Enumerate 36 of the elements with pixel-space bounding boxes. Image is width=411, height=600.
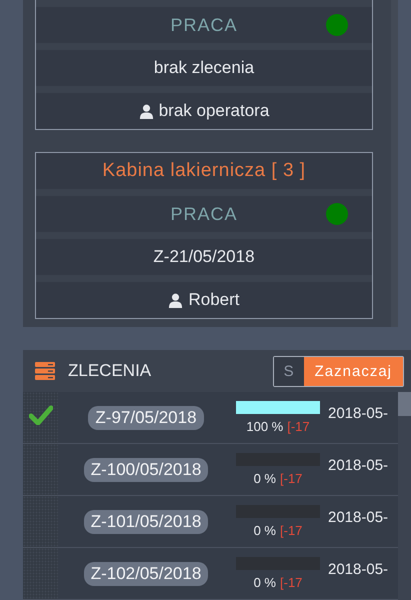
percent-text: 0 % — [254, 575, 276, 590]
order-number[interactable]: Z-102/05/2018 — [84, 562, 208, 586]
person-icon — [168, 292, 184, 308]
person-icon — [138, 104, 154, 118]
percent-text: 100 % — [246, 419, 284, 434]
deadline-text: [-17 — [280, 575, 302, 590]
deadline-text: [-17 — [280, 471, 302, 486]
percent-text: 0 % — [254, 523, 276, 538]
check-cell[interactable] — [23, 548, 58, 599]
percent-text: 0 % — [254, 471, 276, 486]
check-cell[interactable] — [23, 496, 58, 547]
scrollbar-thumb[interactable] — [398, 392, 411, 416]
deadline-text: [-17 — [287, 419, 310, 434]
deadline-text: [-17 — [280, 523, 302, 538]
order-number[interactable]: Z-101/05/2018 — [84, 510, 208, 534]
order-number[interactable]: Z-97/05/2018 — [88, 406, 204, 430]
date-text: 2018-05- — [328, 405, 388, 422]
operator-name: Robert — [188, 290, 240, 310]
check-cell[interactable] — [23, 392, 58, 443]
order-number[interactable]: Z-100/05/2018 — [84, 458, 208, 482]
check-icon — [28, 404, 52, 424]
operator-name: brak operatora — [158, 101, 270, 121]
machine-title: Kabina lakiernicza [ 3 ] — [102, 160, 306, 182]
status-label: PRACA — [170, 204, 238, 224]
scrollbar[interactable] — [398, 392, 411, 600]
status-label: PRACA — [170, 14, 238, 36]
server-icon — [35, 362, 55, 380]
toggle-button[interactable]: S — [274, 356, 304, 386]
date-text: 2018-05- — [328, 561, 388, 578]
check-cell[interactable] — [23, 444, 58, 495]
toggle-button[interactable]: Zaznaczaj — [304, 356, 403, 386]
order-number: brak zlecenia — [154, 58, 254, 78]
date-text: 2018-05- — [328, 509, 388, 526]
order-number: Z-21/05/2018 — [153, 247, 255, 267]
date-text: 2018-05- — [328, 457, 388, 474]
orders-title: ZLECENIA — [68, 361, 152, 381]
